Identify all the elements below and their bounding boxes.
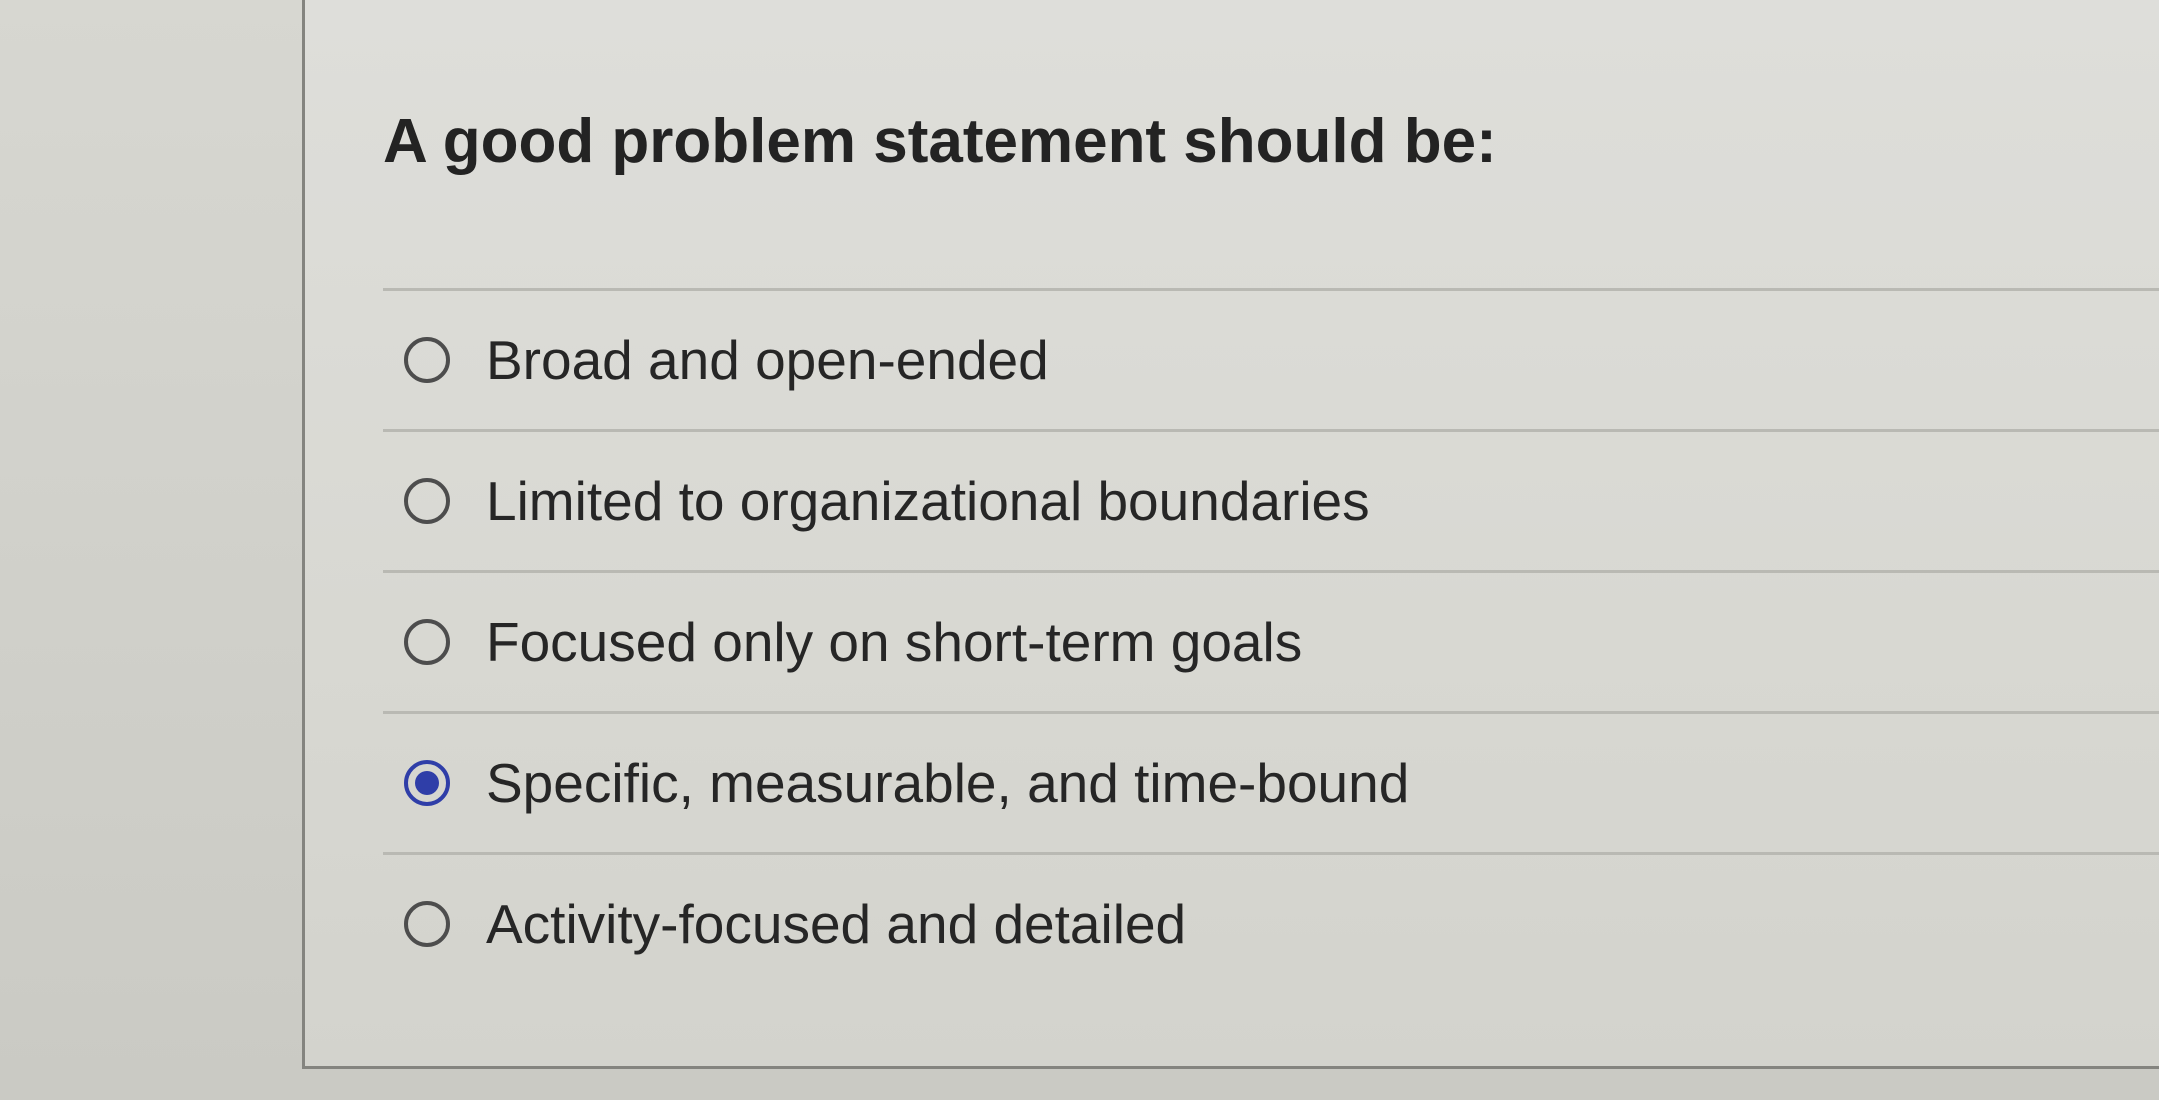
radio-unselected-icon[interactable] (404, 619, 450, 665)
option-label: Broad and open-ended (486, 329, 1049, 391)
option-label: Specific, measurable, and time-bound (486, 752, 1410, 814)
option-focused-only-on-short-term-goals[interactable]: Focused only on short-term goals (383, 570, 2159, 711)
radio-selected-icon[interactable] (404, 760, 450, 806)
option-broad-and-open-ended[interactable]: Broad and open-ended (383, 288, 2159, 429)
answer-options: Broad and open-ended Limited to organiza… (383, 288, 2159, 993)
radio-unselected-icon[interactable] (404, 478, 450, 524)
option-label: Limited to organizational boundaries (486, 470, 1370, 532)
option-specific-measurable-time-bound[interactable]: Specific, measurable, and time-bound (383, 711, 2159, 852)
radio-unselected-icon[interactable] (404, 901, 450, 947)
question-title: A good problem statement should be: (383, 107, 1497, 176)
option-activity-focused-and-detailed[interactable]: Activity-focused and detailed (383, 852, 2159, 993)
option-limited-to-organizational-boundaries[interactable]: Limited to organizational boundaries (383, 429, 2159, 570)
option-label: Focused only on short-term goals (486, 611, 1303, 673)
radio-unselected-icon[interactable] (404, 337, 450, 383)
option-label: Activity-focused and detailed (486, 893, 1187, 955)
